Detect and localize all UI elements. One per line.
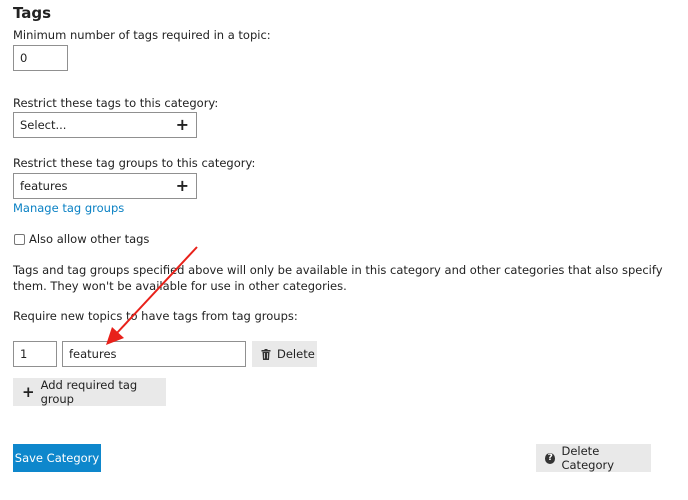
annotation-arrow [106, 246, 198, 345]
